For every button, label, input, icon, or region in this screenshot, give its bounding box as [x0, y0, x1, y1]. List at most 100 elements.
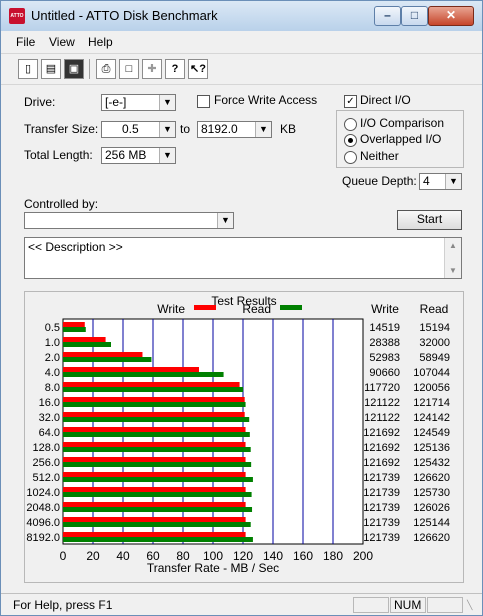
scroll-up-icon[interactable]: ▲ [445, 241, 461, 250]
transfer-size-from-select[interactable]: 0.5 ▼ [101, 121, 176, 138]
close-button[interactable]: ✕ [428, 6, 474, 26]
overlapped-io-label: Overlapped I/O [360, 132, 442, 146]
context-help-icon[interactable]: ↖? [188, 59, 208, 79]
total-length-select[interactable]: 256 MB ▼ [101, 147, 176, 164]
write-value: 90660 [369, 367, 400, 379]
chevron-down-icon[interactable]: ▼ [255, 122, 271, 137]
x-tick-label: 20 [86, 549, 100, 563]
read-value: 120056 [413, 382, 450, 394]
print-icon[interactable]: ⎙ [96, 59, 116, 79]
chevron-down-icon[interactable]: ▼ [159, 95, 175, 110]
start-button-label: Start [416, 212, 443, 226]
drive-select[interactable]: [-e-] ▼ [101, 94, 176, 111]
x-tick-label: 80 [176, 549, 190, 563]
y-category-label: 256.0 [32, 457, 60, 469]
write-bar [63, 352, 143, 357]
new-icon[interactable]: ▯ [18, 59, 38, 79]
io-comparison-radio[interactable] [344, 118, 357, 131]
write-bar [63, 457, 246, 462]
read-bar [63, 492, 252, 497]
toolbar-separator [89, 59, 90, 79]
write-value: 121739 [363, 517, 400, 529]
description-box[interactable]: << Description >> ▲ ▼ [24, 237, 462, 279]
controlled-by-select[interactable]: ▼ [24, 212, 234, 229]
maximize-button[interactable]: □ [401, 6, 428, 26]
legend-read-swatch [280, 305, 302, 310]
x-tick-label: 100 [203, 549, 223, 563]
force-write-checkbox[interactable] [197, 95, 210, 108]
test-results-group: Test Results Write Read Write Read Trans… [24, 291, 464, 583]
menu-bar: File View Help [1, 32, 482, 52]
y-category-label: 8192.0 [26, 532, 60, 544]
write-bar [63, 397, 245, 402]
read-value: 125144 [413, 517, 450, 529]
transfer-size-to-select[interactable]: 8192.0 ▼ [197, 121, 272, 138]
force-write-label: Force Write Access [214, 93, 318, 107]
results-chart: Test Results Write Read Write Read Trans… [26, 294, 450, 575]
chevron-down-icon[interactable]: ▼ [159, 148, 175, 163]
x-tick-label: 200 [353, 549, 373, 563]
resize-grip-icon[interactable]: ╲ [467, 600, 472, 611]
direct-io-checkbox[interactable]: ✓ [344, 95, 357, 108]
read-value: 58949 [419, 352, 450, 364]
read-bar [63, 357, 152, 362]
chevron-down-icon[interactable]: ▼ [445, 174, 461, 189]
menu-file[interactable]: File [16, 35, 35, 49]
y-category-label: 8.0 [45, 382, 60, 394]
write-value: 14519 [369, 322, 400, 334]
status-num: NUM [390, 597, 426, 613]
minimize-button[interactable]: – [374, 6, 401, 26]
start-button[interactable]: Start [397, 210, 462, 230]
help-icon[interactable]: ? [165, 59, 185, 79]
io-comparison-label: I/O Comparison [360, 116, 445, 130]
read-bar [63, 372, 224, 377]
print-preview-icon[interactable]: □ [119, 59, 139, 79]
neither-radio[interactable] [344, 151, 357, 164]
queue-depth-select[interactable]: 4 ▼ [419, 173, 462, 190]
kb-label: KB [280, 122, 297, 136]
x-tick-label: 160 [293, 549, 313, 563]
write-bar [63, 487, 246, 492]
write-value: 121122 [364, 397, 400, 409]
move-icon[interactable]: ✚ [142, 59, 162, 79]
to-label: to [180, 122, 191, 136]
read-value: 126620 [413, 532, 450, 544]
write-bar [63, 412, 245, 417]
menu-view[interactable]: View [49, 35, 75, 49]
scroll-down-icon[interactable]: ▼ [445, 266, 461, 275]
menu-help[interactable]: Help [88, 35, 113, 49]
save-icon[interactable]: ▣ [64, 59, 84, 79]
read-bar [63, 462, 252, 467]
atto-app-icon: ATTO [9, 8, 25, 24]
write-value: 52983 [369, 352, 400, 364]
x-tick-label: 0 [60, 549, 67, 563]
y-category-label: 1.0 [45, 337, 60, 349]
write-bar [63, 502, 246, 507]
transfer-size-from-value: 0.5 [122, 122, 139, 136]
open-icon[interactable]: ▤ [41, 59, 61, 79]
read-bar [63, 342, 111, 347]
overlapped-io-radio[interactable] [344, 134, 357, 147]
controlled-by-label: Controlled by: [24, 197, 99, 211]
y-category-label: 4096.0 [26, 517, 60, 529]
chevron-down-icon[interactable]: ▼ [159, 122, 175, 137]
write-bar [63, 322, 85, 327]
queue-depth-value: 4 [423, 174, 430, 188]
description-scrollbar[interactable]: ▲ ▼ [444, 238, 461, 278]
status-help-text: For Help, press F1 [13, 598, 113, 612]
chevron-down-icon[interactable]: ▼ [217, 213, 233, 228]
x-tick-label: 40 [116, 549, 130, 563]
y-category-label: 2048.0 [26, 502, 60, 514]
write-bar [63, 532, 246, 537]
legend-read-label: Read [242, 302, 271, 316]
legend-write-swatch [194, 305, 216, 310]
neither-label: Neither [360, 149, 399, 163]
write-value: 121692 [363, 427, 400, 439]
read-bar [63, 507, 253, 512]
total-length-value: 256 MB [105, 148, 147, 162]
description-text: << Description >> [28, 240, 123, 254]
y-category-label: 2.0 [45, 352, 60, 364]
title-bar[interactable]: ATTO Untitled - ATTO Disk Benchmark – □ … [1, 1, 482, 31]
x-axis-label: Transfer Rate - MB / Sec [147, 561, 279, 575]
window-title: Untitled - ATTO Disk Benchmark [31, 8, 218, 23]
